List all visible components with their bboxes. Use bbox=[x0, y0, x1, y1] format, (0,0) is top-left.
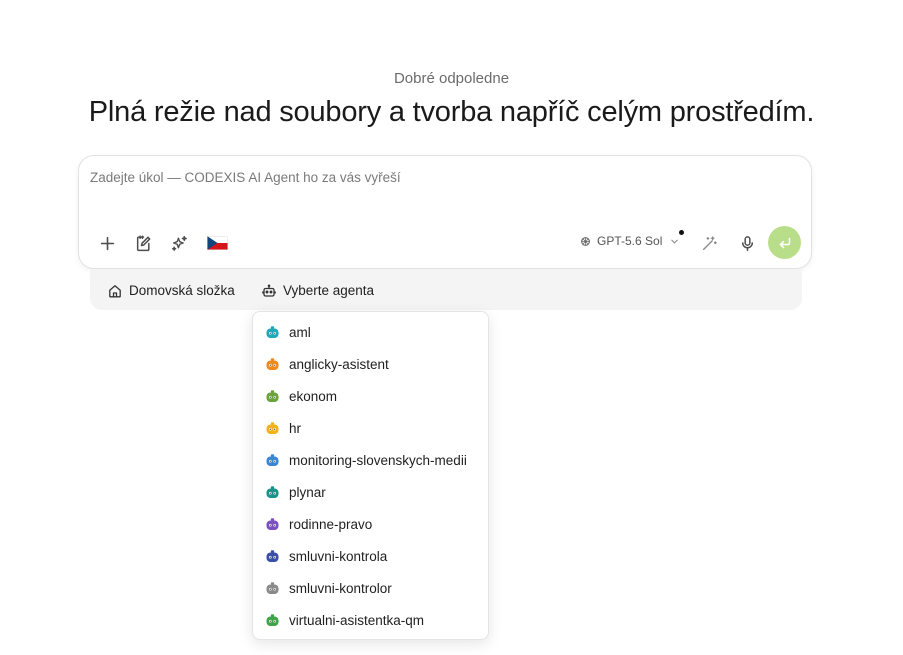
agent-item-label: monitoring-slovenskych-medii bbox=[289, 452, 467, 468]
czech-flag-shape bbox=[207, 236, 228, 250]
context-bar: Domovská složka Vyberte agenta bbox=[90, 269, 802, 310]
status-dot bbox=[679, 230, 684, 235]
agent-avatar-icon bbox=[266, 357, 279, 370]
agent-avatar-icon bbox=[266, 421, 279, 434]
page: Dobré odpoledne Plná režie nad soubory a… bbox=[0, 0, 903, 655]
page-title: Plná režie nad soubory a tvorba napříč c… bbox=[88, 96, 815, 128]
agent-avatar-icon bbox=[266, 389, 279, 402]
agent-item-monitoring-slovenskych-medii[interactable]: monitoring-slovenskych-medii bbox=[265, 446, 480, 474]
chevron-down-icon bbox=[671, 239, 679, 244]
agent-item-smluvni-kontrola[interactable]: smluvni-kontrola bbox=[265, 542, 480, 570]
notebook-edit-icon bbox=[136, 235, 150, 251]
notebook-button[interactable] bbox=[130, 230, 156, 256]
sparkles-icon bbox=[171, 235, 187, 251]
greeting: Dobré odpoledne bbox=[393, 70, 510, 87]
home-folder-button[interactable]: Domovská složka bbox=[108, 283, 235, 298]
agent-item-label: plynar bbox=[289, 484, 326, 500]
composer: GPT-5.6 Sol bbox=[78, 155, 812, 269]
agent-item-label: hr bbox=[289, 420, 302, 436]
agent-avatar-icon bbox=[266, 453, 279, 466]
agent-avatar-icon bbox=[266, 581, 279, 594]
task-input[interactable] bbox=[90, 170, 790, 185]
select-agent-label: Vyberte agenta bbox=[283, 283, 375, 298]
model-label: GPT-5.6 Sol bbox=[597, 234, 663, 248]
agent-avatar-icon bbox=[266, 325, 279, 338]
agent-item-ekonom[interactable]: ekonom bbox=[265, 382, 480, 410]
agent-item-aml[interactable]: aml bbox=[265, 318, 480, 346]
enter-arrow-icon bbox=[779, 237, 790, 248]
czech-flag-icon[interactable] bbox=[207, 236, 228, 250]
add-button[interactable] bbox=[94, 230, 120, 256]
agent-item-plynar[interactable]: plynar bbox=[265, 478, 480, 506]
agent-item-hr[interactable]: hr bbox=[265, 414, 480, 442]
model-selector[interactable]: GPT-5.6 Sol bbox=[580, 234, 679, 248]
agent-avatar-icon bbox=[266, 485, 279, 498]
agent-item-label: virtualni-asistentka-qm bbox=[289, 612, 425, 628]
agent-item-smluvni-kontrolor[interactable]: smluvni-kontrolor bbox=[265, 574, 480, 602]
agent-avatar-icon bbox=[266, 549, 279, 562]
agent-avatar-icon bbox=[266, 613, 279, 626]
home-folder-label: Domovská složka bbox=[129, 283, 235, 298]
home-icon bbox=[109, 284, 121, 297]
send-button[interactable] bbox=[768, 226, 801, 259]
agent-item-rodinne-pravo[interactable]: rodinne-pravo bbox=[265, 510, 480, 538]
agent-item-virtualni-asistentka-qm[interactable]: virtualni-asistentka-qm bbox=[265, 606, 480, 634]
magic-wand-icon bbox=[702, 235, 717, 250]
magic-wand-button[interactable] bbox=[696, 230, 722, 256]
agent-item-label: aml bbox=[289, 324, 311, 340]
agent-item-anglicky-asistent[interactable]: anglicky-asistent bbox=[265, 350, 480, 378]
microphone-icon bbox=[741, 235, 753, 251]
agent-avatar-icon bbox=[266, 517, 279, 530]
microphone-button[interactable] bbox=[734, 230, 760, 256]
agent-item-label: rodinne-pravo bbox=[289, 516, 373, 532]
sparkles-button[interactable] bbox=[166, 230, 192, 256]
plus-icon bbox=[100, 236, 114, 250]
bot-icon bbox=[262, 284, 276, 297]
openai-icon bbox=[581, 236, 590, 246]
agent-item-label: smluvni-kontrola bbox=[289, 548, 388, 564]
agent-dropdown: aml anglicky-asistent ekonom hr monitoring-s… bbox=[252, 311, 489, 640]
agent-item-label: anglicky-asistent bbox=[289, 356, 389, 372]
agent-item-label: smluvni-kontrolor bbox=[289, 580, 392, 596]
select-agent-button[interactable]: Vyberte agenta bbox=[262, 283, 374, 298]
agent-item-label: ekonom bbox=[289, 388, 338, 404]
